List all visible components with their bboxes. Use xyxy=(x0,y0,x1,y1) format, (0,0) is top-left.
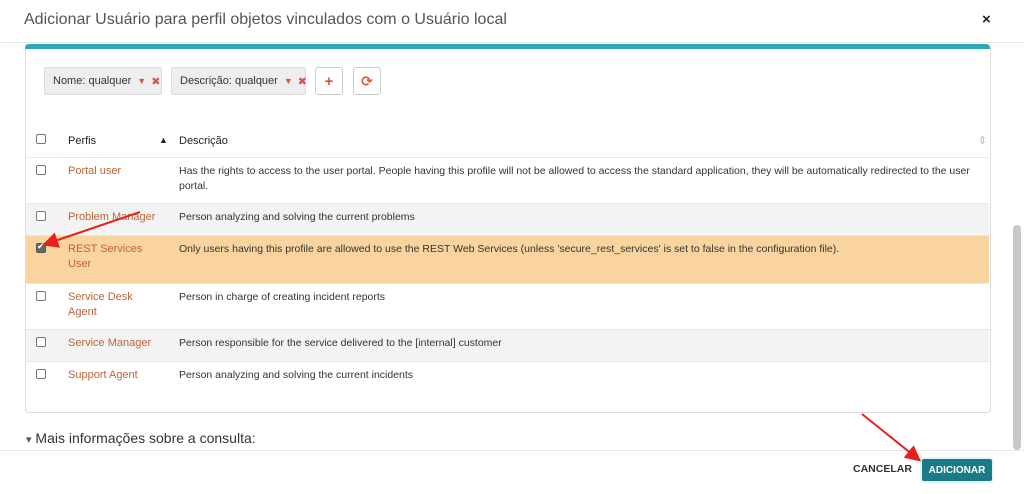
arrow-to-add-button xyxy=(861,413,922,462)
annotation-arrows xyxy=(42,211,922,462)
arrow-to-checkbox xyxy=(42,211,141,248)
add-user-dialog: Adicionar Usuário para perfil objetos vi… xyxy=(0,0,1024,493)
